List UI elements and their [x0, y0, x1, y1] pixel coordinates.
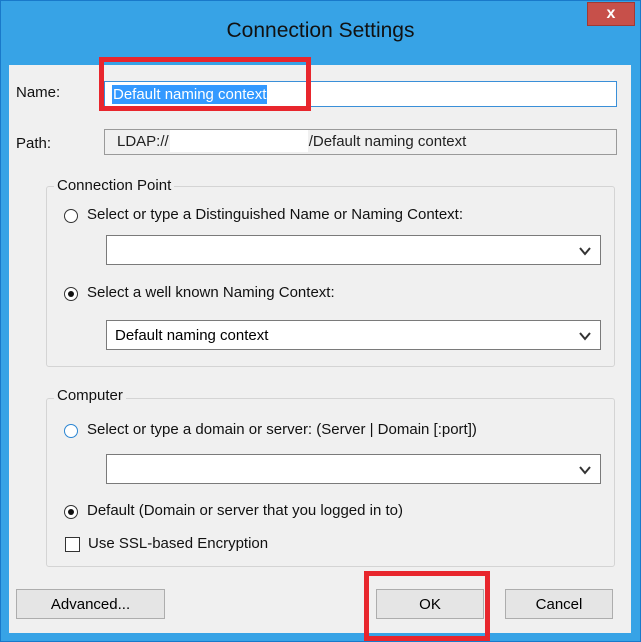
radio-well-known-context-label: Select a well known Naming Context: — [87, 284, 335, 301]
path-redacted-host — [169, 130, 308, 152]
radio-default-server-label: Default (Domain or server that you logge… — [87, 502, 403, 519]
radio-domain-server[interactable] — [64, 424, 78, 438]
radio-distinguished-name-label: Select or type a Distinguished Name or N… — [87, 206, 464, 223]
radio-default-server[interactable] — [64, 505, 78, 519]
radio-domain-server-label: Select or type a domain or server: (Serv… — [87, 421, 477, 438]
name-label: Name: — [16, 84, 61, 101]
distinguished-name-combo[interactable] — [106, 235, 601, 265]
cancel-button[interactable]: Cancel — [505, 589, 613, 619]
ssl-encryption-label: Use SSL-based Encryption — [88, 535, 269, 552]
ssl-encryption-checkbox[interactable] — [65, 537, 80, 552]
radio-distinguished-name[interactable] — [64, 209, 78, 223]
dialog-body: Name: Default naming context Path: LDAP:… — [9, 57, 631, 641]
chevron-down-icon — [579, 466, 591, 475]
radio-well-known-context[interactable] — [64, 287, 78, 301]
highlight-name-annotation — [99, 57, 311, 111]
title-bar[interactable]: Connection Settings x — [1, 1, 640, 65]
advanced-button[interactable]: Advanced... — [16, 589, 165, 619]
chevron-down-icon — [579, 332, 591, 341]
path-field: LDAP:// /Default naming context — [104, 129, 617, 155]
well-known-context-combo-value: Default naming context — [115, 327, 269, 344]
window-title: Connection Settings — [226, 19, 415, 42]
path-label: Path: — [16, 135, 52, 152]
domain-server-combo[interactable] — [106, 454, 601, 484]
chevron-down-icon — [579, 247, 591, 256]
highlight-ok-annotation — [364, 571, 490, 641]
path-suffix: /Default naming context — [308, 133, 467, 150]
path-prefix: LDAP:// — [117, 133, 169, 150]
connection-point-title: Connection Point — [54, 177, 175, 194]
close-icon: x — [606, 5, 616, 22]
well-known-context-combo[interactable]: Default naming context — [106, 320, 601, 350]
computer-title: Computer — [54, 387, 126, 404]
close-button[interactable]: x — [587, 2, 635, 26]
connection-settings-window: Connection Settings x Name: Default nami… — [0, 0, 641, 642]
